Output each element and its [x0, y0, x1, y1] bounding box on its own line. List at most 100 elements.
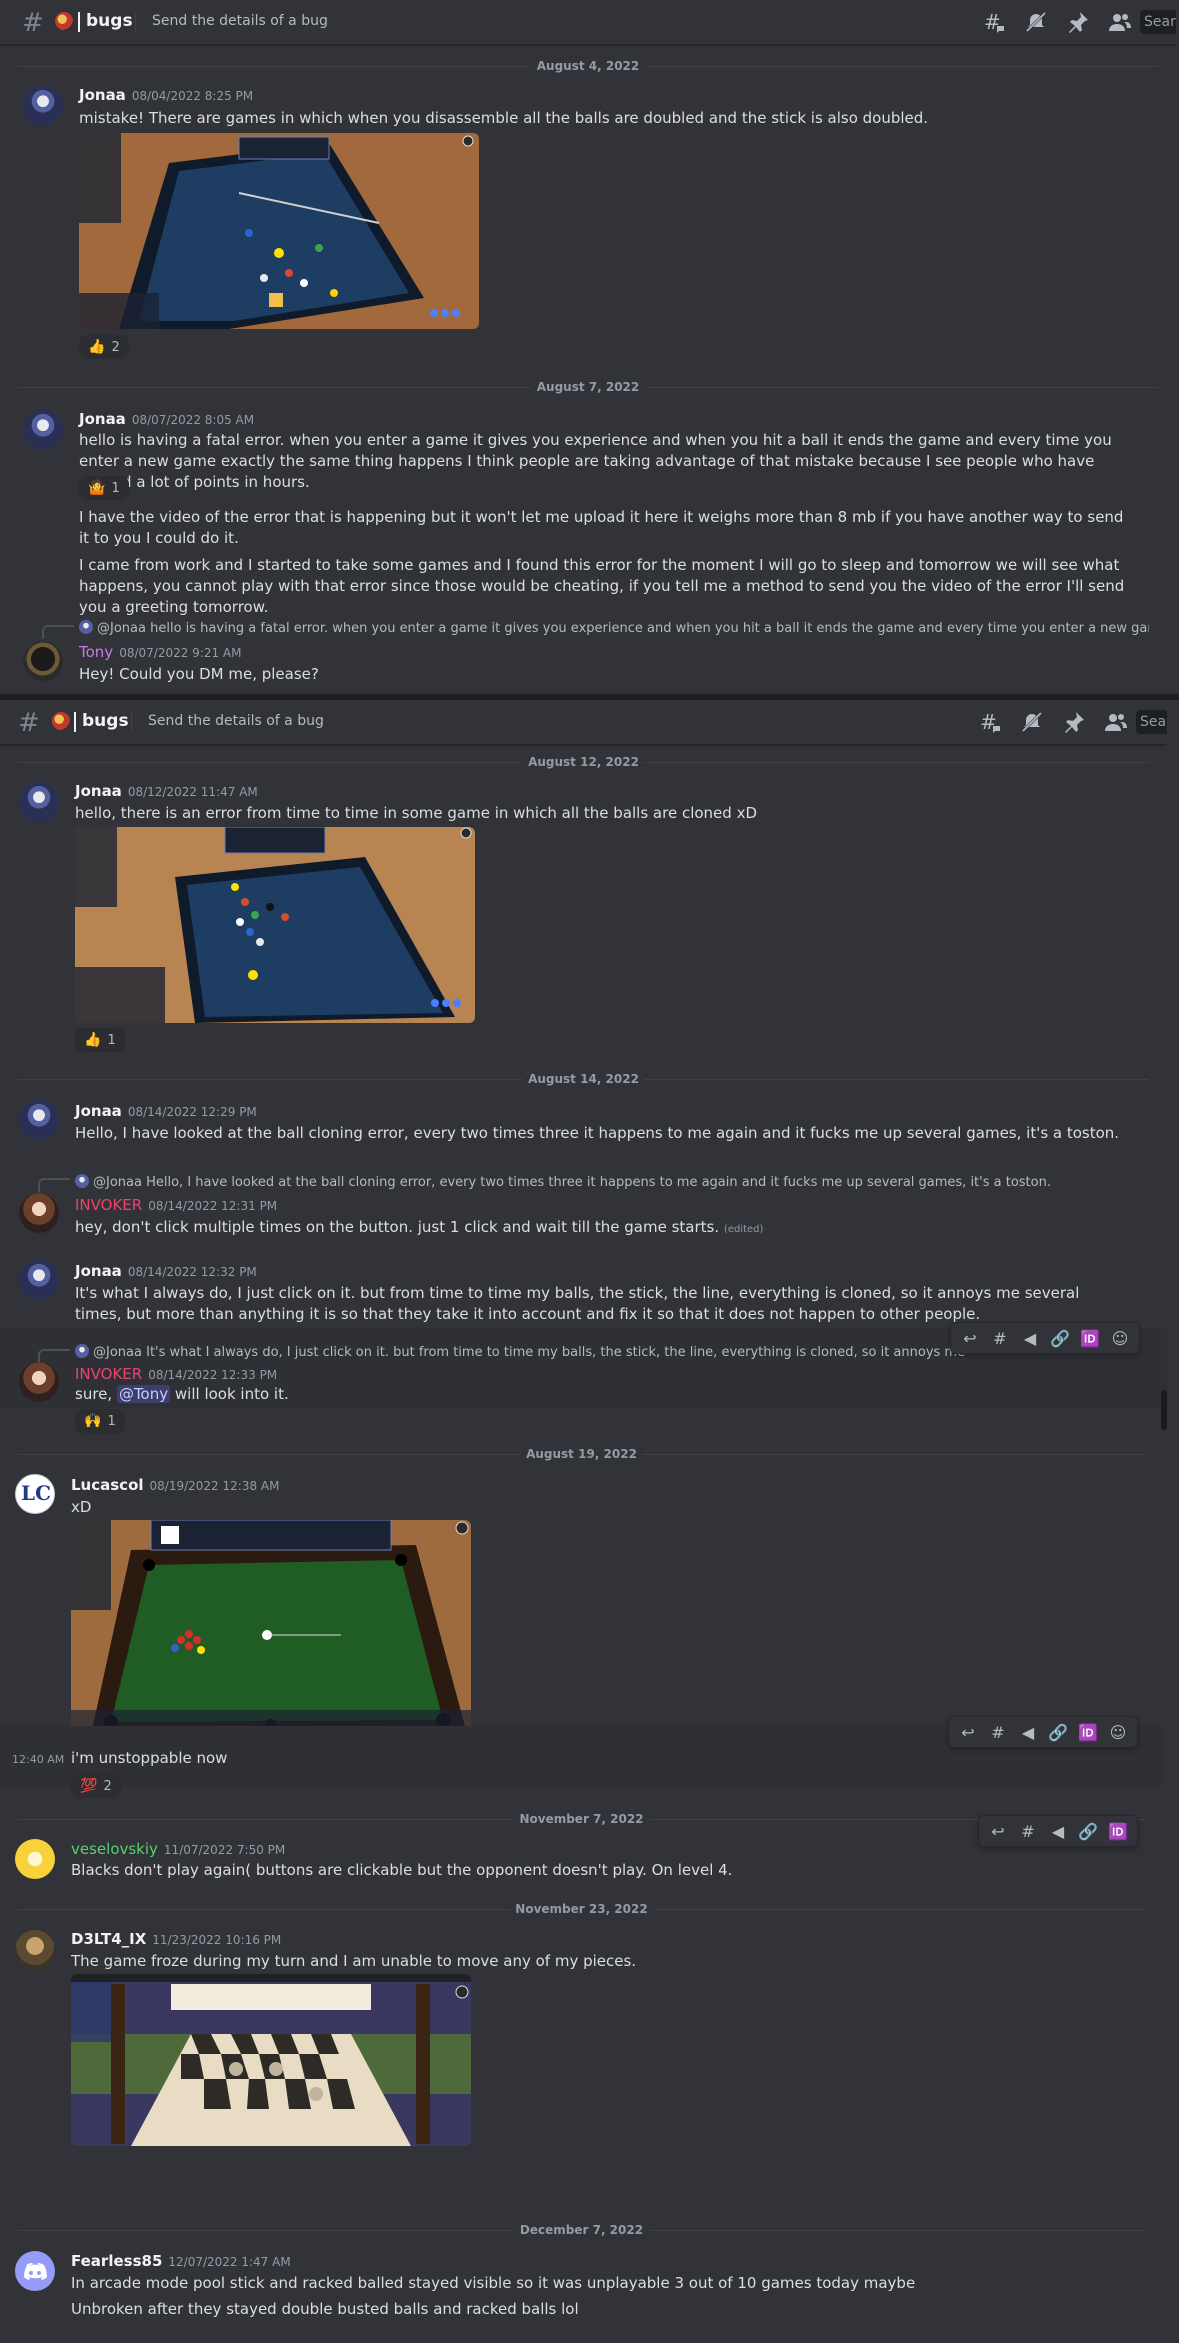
reply-preview[interactable]: @Jonaa hello is having a fatal error. wh… [79, 620, 1149, 636]
shrug-icon: 🤷 [88, 480, 106, 496]
link-icon[interactable]: 🔗 [1075, 1818, 1101, 1844]
avatar[interactable] [19, 1362, 59, 1402]
avatar[interactable] [19, 1193, 59, 1233]
search-input[interactable]: Search [1140, 10, 1176, 34]
author-name[interactable]: Jonaa [79, 86, 126, 104]
date-separator: August 12, 2022 [18, 755, 1149, 769]
message-author: Fearless85 12/07/2022 1:47 AM [71, 2252, 291, 2270]
channel-topic[interactable]: Send the details of a bug [148, 713, 324, 729]
reaction-thumbs-up[interactable]: 👍 1 [75, 1028, 125, 1052]
message-author: Lucascol 08/19/2022 12:38 AM [71, 1476, 279, 1494]
author-name[interactable]: Fearless85 [71, 2252, 162, 2270]
pool-screenshot-image[interactable] [79, 133, 479, 329]
channel-hash-icon: # [18, 708, 40, 738]
avatar[interactable] [19, 782, 59, 822]
thumbs-up-icon: 👍 [84, 1032, 102, 1048]
message-timestamp: 08/14/2022 12:33 PM [148, 1368, 278, 1382]
raised-hands-icon: 🙌 [84, 1413, 102, 1429]
reply-connector [38, 1349, 70, 1363]
forward-icon[interactable]: ◀ [1015, 1719, 1041, 1745]
members-icon[interactable] [1104, 710, 1128, 734]
reaction-count: 2 [111, 339, 120, 355]
snooker-screenshot-image[interactable] [71, 1520, 471, 1742]
message-author: INVOKER 08/14/2022 12:33 PM [75, 1365, 277, 1383]
author-name[interactable]: Jonaa [75, 1102, 122, 1120]
channel-name: bugs [86, 11, 133, 31]
mute-icon[interactable] [1024, 10, 1048, 34]
author-name[interactable]: Lucascol [71, 1476, 144, 1494]
message-timestamp: 12/07/2022 1:47 AM [168, 2255, 291, 2269]
reaction-count: 1 [107, 1413, 116, 1429]
reply-preview[interactable]: @Jonaa It's what I always do, I just cli… [75, 1344, 965, 1360]
author-name[interactable]: Jonaa [75, 1262, 122, 1280]
link-icon[interactable]: 🔗 [1045, 1719, 1071, 1745]
threads-icon[interactable]: # [982, 10, 1006, 34]
chess-screenshot-image[interactable] [71, 1974, 471, 2146]
search-input[interactable]: Search [1136, 710, 1167, 734]
author-name[interactable]: Jonaa [79, 410, 126, 428]
channel-hash-icon: # [22, 8, 44, 38]
emoji-icon[interactable]: ☺ [1107, 1325, 1133, 1351]
author-name[interactable]: veselovskiy [71, 1840, 158, 1858]
avatar[interactable] [15, 1930, 55, 1970]
message-text: hello, there is an error from time to ti… [75, 804, 758, 822]
avatar[interactable] [23, 410, 63, 450]
message-text: Unbroken after they stayed double busted… [71, 2300, 579, 2318]
thread-icon[interactable]: # [987, 1325, 1013, 1351]
link-icon[interactable]: 🔗 [1047, 1325, 1073, 1351]
channel-separator [74, 712, 76, 732]
message-author: Tony 08/07/2022 9:21 AM [79, 643, 242, 661]
emoji-icon[interactable]: ☺ [1105, 1719, 1131, 1745]
channel-topic[interactable]: Send the details of a bug [152, 13, 328, 29]
message-text: hello is having a fatal error. when you … [79, 431, 1112, 491]
message-timestamp: 08/14/2022 12:32 PM [127, 1265, 257, 1279]
avatar[interactable] [19, 1100, 59, 1140]
user-mention[interactable]: @Tony [116, 1385, 171, 1403]
date-separator: December 7, 2022 [18, 2223, 1145, 2237]
reply-preview[interactable]: @Jonaa Hello, I have looked at the ball … [75, 1174, 1155, 1190]
author-name[interactable]: INVOKER [75, 1365, 142, 1383]
reply-icon[interactable]: ↩ [955, 1719, 981, 1745]
reply-avatar [79, 620, 93, 634]
pin-icon[interactable] [1066, 10, 1090, 34]
chat-panel-1: # bugs Send the details of a bug # Searc… [0, 0, 1176, 694]
avatar[interactable] [15, 1839, 55, 1879]
scrollbar-thumb[interactable] [1161, 1390, 1167, 1430]
message-text: It's what I always do, I just click on i… [75, 1284, 1080, 1323]
thread-icon[interactable]: # [1015, 1818, 1041, 1844]
mute-icon[interactable] [1020, 710, 1044, 734]
pin-icon[interactable] [1062, 710, 1086, 734]
reply-icon[interactable]: ↩ [985, 1818, 1011, 1844]
pool-screenshot-image[interactable] [75, 827, 475, 1023]
avatar[interactable] [15, 2251, 55, 2291]
avatar[interactable] [19, 1260, 59, 1300]
author-name[interactable]: D3LT4_IX [71, 1930, 146, 1948]
id-icon[interactable]: 🆔 [1075, 1719, 1101, 1745]
thread-icon[interactable]: # [985, 1719, 1011, 1745]
reaction-raised-hands[interactable]: 🙌 1 [75, 1409, 125, 1433]
reply-icon[interactable]: ↩ [957, 1325, 983, 1351]
message-author: Jonaa 08/14/2022 12:32 PM [75, 1262, 257, 1280]
author-name[interactable]: INVOKER [75, 1196, 142, 1214]
chat-panel-2: # bugs Send the details of a bug # Searc… [0, 700, 1167, 1446]
avatar[interactable] [23, 86, 63, 126]
avatar[interactable] [23, 641, 63, 681]
id-icon[interactable]: 🆔 [1105, 1818, 1131, 1844]
message-author: INVOKER 08/14/2022 12:31 PM [75, 1196, 277, 1214]
avatar[interactable]: LC [15, 1474, 55, 1514]
author-name[interactable]: Jonaa [75, 782, 122, 800]
message-timestamp: 11/07/2022 7:50 PM [163, 1843, 286, 1857]
message-author: Jonaa 08/12/2022 11:47 AM [75, 782, 258, 800]
reaction-hundred[interactable]: 💯 2 [71, 1774, 121, 1798]
id-icon[interactable]: 🆔 [1077, 1325, 1103, 1351]
message-actions-toolbar: ↩ # ◀ 🔗 🆔 ☺ [950, 1322, 1140, 1354]
author-name[interactable]: Tony [79, 643, 113, 661]
members-icon[interactable] [1108, 10, 1132, 34]
reaction-shrug[interactable]: 🤷 1 [79, 476, 129, 500]
date-separator: August 4, 2022 [18, 59, 1158, 73]
forward-icon[interactable]: ◀ [1017, 1325, 1043, 1351]
threads-icon[interactable]: # [978, 710, 1002, 734]
reaction-thumbs-up[interactable]: 👍 2 [79, 335, 129, 359]
forward-icon[interactable]: ◀ [1045, 1818, 1071, 1844]
message-timestamp: 08/04/2022 8:25 PM [131, 89, 254, 103]
